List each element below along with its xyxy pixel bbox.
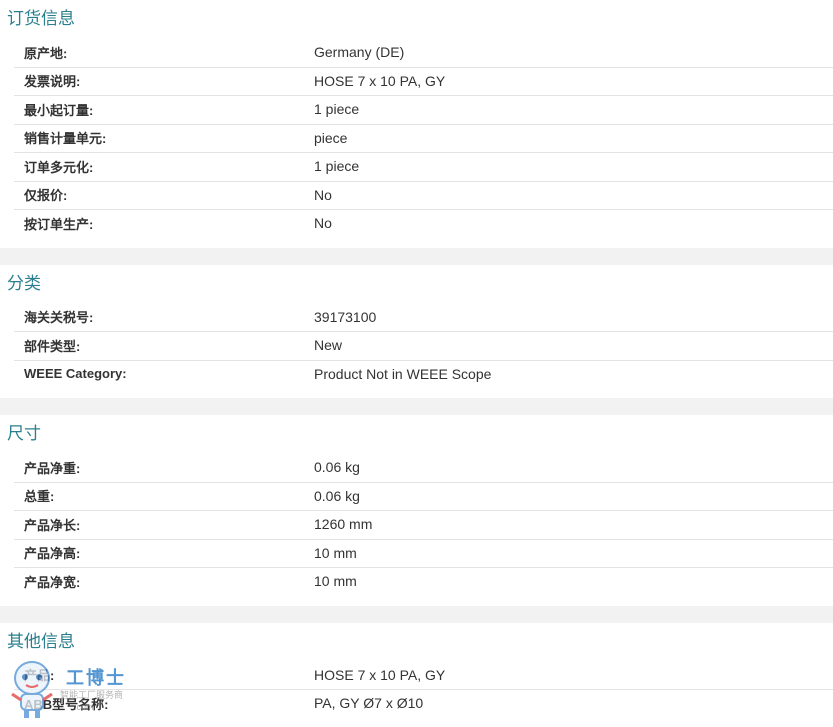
row-value: New xyxy=(314,337,343,354)
row-value: HOSE 7 x 10 PA, GY xyxy=(314,72,446,89)
table-row: 仅报价: No xyxy=(0,180,833,210)
row-label: 海关关税号: xyxy=(24,310,94,326)
row-label: 部件类型: xyxy=(24,338,81,354)
row-label: 最小起订量: xyxy=(24,102,94,118)
section-divider xyxy=(0,247,833,265)
table-row: 原产地: Germany (DE) xyxy=(0,38,833,67)
row-label: 仅报价: xyxy=(24,188,68,204)
table-row: 产品净重: 0.06 kg xyxy=(0,453,833,482)
section-other-info: 其他信息 产品: HOSE 7 x 10 PA, GY ABB型号名称: PA, G… xyxy=(0,622,833,718)
table-row: WEEE Category: Product Not in WEEE Scope xyxy=(0,359,833,389)
row-value: 10 mm xyxy=(314,544,357,561)
row-label: 产品净高: xyxy=(24,546,81,562)
row-label: ABB型号名称: xyxy=(24,696,109,712)
row-label: 销售计量单元: xyxy=(24,131,107,147)
row-label: 原产地: xyxy=(24,45,68,61)
row-label: 总重: xyxy=(24,489,55,505)
row-label: 订单多元化: xyxy=(24,159,94,175)
row-label: 产品: xyxy=(24,668,55,684)
product-details: 订货信息 原产地: Germany (DE) 发票说明: HOSE 7 x 10 P… xyxy=(0,0,833,718)
table-row: 发票说明: HOSE 7 x 10 PA, GY xyxy=(0,66,833,96)
section-divider xyxy=(0,605,833,623)
table-row: 按订单生产: No xyxy=(0,209,833,238)
table-row: 产品: HOSE 7 x 10 PA, GY xyxy=(0,661,833,690)
table-row: 最小起订量: 1 piece xyxy=(0,95,833,124)
row-value: 1 piece xyxy=(314,158,360,175)
row-value: 10 mm xyxy=(314,573,357,590)
row-value: Product Not in WEEE Scope xyxy=(314,365,492,382)
row-label: 发票说明: xyxy=(24,74,81,90)
table-row: ABB型号名称: PA, GY Ø7 x Ø10 xyxy=(0,689,833,718)
row-value: Germany (DE) xyxy=(314,44,405,61)
table-row: 总重: 0.06 kg xyxy=(0,481,833,511)
row-label: 产品净长: xyxy=(24,517,81,533)
table-row: 销售计量单元: piece xyxy=(0,123,833,153)
row-label: 产品净宽: xyxy=(24,574,81,590)
row-value: HOSE 7 x 10 PA, GY xyxy=(314,666,446,683)
row-value: 1 piece xyxy=(314,101,360,118)
section-title: 分类 xyxy=(7,273,41,293)
row-value: PA, GY Ø7 x Ø10 xyxy=(314,695,424,712)
row-label: 按订单生产: xyxy=(24,216,94,232)
row-value: 0.06 kg xyxy=(314,459,360,476)
row-value: piece xyxy=(314,129,348,146)
section-classification: 分类 海关关税号: 39173100 部件类型: New WEEE Category… xyxy=(0,264,833,398)
section-divider xyxy=(0,398,833,415)
section-dimensions: 尺寸 产品净重: 0.06 kg 总重: 0.06 kg 产品净长: 1260 mm … xyxy=(0,415,833,606)
table-row: 订单多元化: 1 piece xyxy=(0,152,833,181)
section-title: 其他信息 xyxy=(7,631,75,651)
row-value: 1260 mm xyxy=(314,516,373,533)
table-row: 产品净长: 1260 mm xyxy=(0,510,833,539)
section-title: 订货信息 xyxy=(7,9,75,28)
row-value: No xyxy=(314,186,332,203)
section-ordering-info: 订货信息 原产地: Germany (DE) 发票说明: HOSE 7 x 10 P… xyxy=(0,0,833,248)
row-label: 产品净重: xyxy=(24,460,81,476)
row-label: WEEE Category: xyxy=(24,366,127,382)
table-row: 产品净宽: 10 mm xyxy=(0,567,833,596)
section-title: 尺寸 xyxy=(7,424,41,443)
table-row: 产品净高: 10 mm xyxy=(0,538,833,568)
table-row: 部件类型: New xyxy=(0,331,833,360)
row-value: No xyxy=(314,215,332,232)
row-value: 39173100 xyxy=(314,308,377,325)
row-value: 0.06 kg xyxy=(314,487,360,504)
table-row: 海关关税号: 39173100 xyxy=(0,303,833,332)
